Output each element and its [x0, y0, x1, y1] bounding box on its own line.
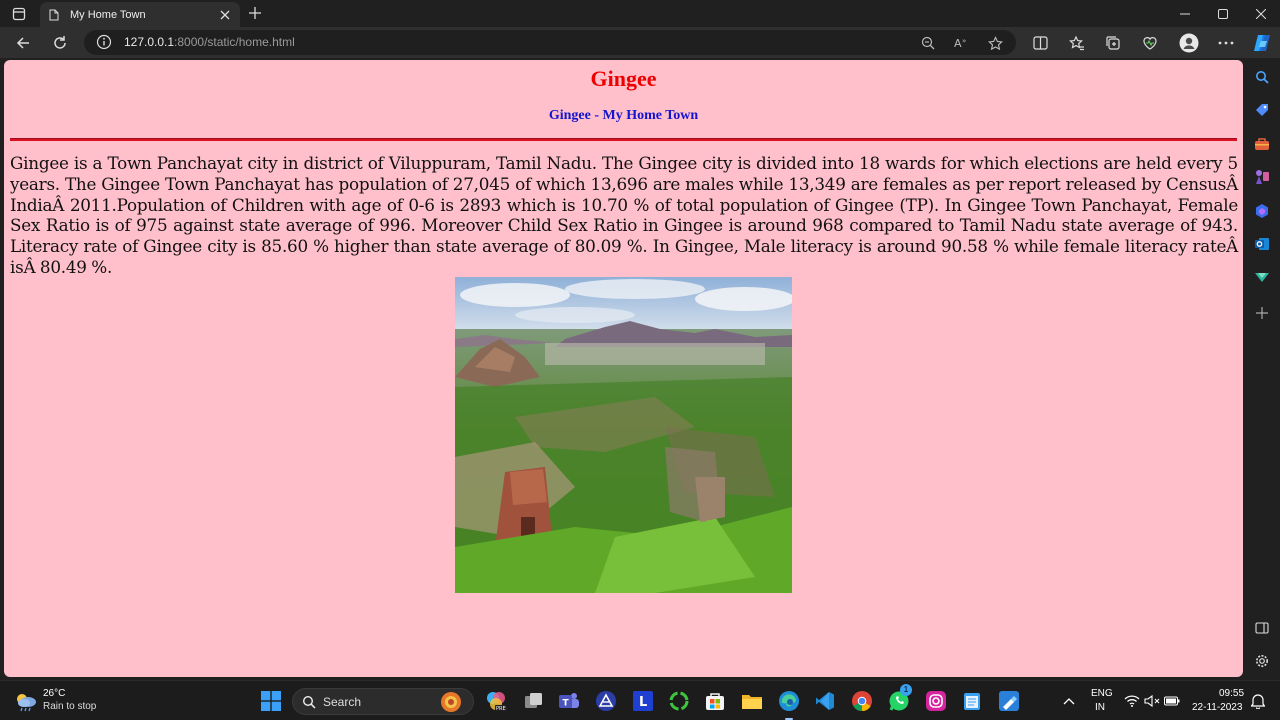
url-text[interactable]: 127.0.0.1:8000/static/home.html — [124, 35, 295, 49]
sidebar-settings-icon[interactable] — [1254, 653, 1270, 669]
sidebar-tools-icon[interactable] — [1254, 136, 1270, 152]
language-code[interactable]: ENG — [1091, 688, 1113, 699]
new-tab-icon[interactable] — [246, 4, 264, 22]
clock-time[interactable]: 09:55 — [1219, 688, 1244, 699]
collections-icon[interactable] — [1101, 31, 1125, 55]
town-description: Gingee is a Town Panchayat city in distr… — [10, 153, 1238, 277]
search-icon — [302, 695, 316, 709]
page-viewport: Gingee Gingee - My Home Town Gingee is a… — [4, 60, 1243, 677]
tab-actions-icon[interactable] — [8, 4, 30, 24]
taskbar-search[interactable]: Search — [292, 688, 474, 715]
start-windows-icon[interactable] — [259, 689, 283, 713]
edge-browser-icon[interactable] — [777, 689, 801, 713]
copilot-preview-icon[interactable]: PRE — [484, 689, 508, 713]
region-code[interactable]: IN — [1095, 702, 1105, 713]
split-screen-icon[interactable] — [1028, 31, 1052, 55]
vscode-icon[interactable] — [813, 689, 837, 713]
browser-tab[interactable]: My Home Town — [40, 2, 240, 27]
svg-text:PRE: PRE — [496, 706, 506, 712]
whatsapp-badge: 1 — [900, 684, 912, 696]
notification-bell-icon[interactable] — [1246, 689, 1270, 713]
battery-icon[interactable] — [1160, 689, 1184, 713]
zoom-out-icon[interactable] — [919, 34, 937, 52]
file-explorer-icon[interactable] — [740, 689, 764, 713]
sidebar-outlook-icon[interactable] — [1254, 236, 1270, 252]
svg-text:L: L — [639, 695, 647, 710]
sidebar-search-icon[interactable] — [1254, 69, 1270, 85]
profile-avatar-icon[interactable] — [1177, 31, 1201, 55]
page-subtitle: Gingee - My Home Town — [548, 108, 699, 123]
svg-text:A: A — [954, 37, 962, 50]
chrome-icon[interactable] — [850, 689, 874, 713]
microsoft-store-icon[interactable] — [703, 689, 727, 713]
sidebar-microsoft365-icon[interactable] — [1254, 203, 1270, 219]
weather-condition: Rain to stop — [43, 701, 97, 712]
svg-text:T: T — [563, 699, 570, 709]
browser-essentials-icon[interactable] — [1138, 31, 1162, 55]
show-hidden-icons[interactable] — [1057, 689, 1081, 713]
temperature: 26°C — [43, 688, 66, 699]
back-icon[interactable] — [11, 31, 35, 55]
l-app-icon[interactable]: L — [631, 689, 655, 713]
address-bar[interactable]: 127.0.0.1:8000/static/home.html A» — [84, 30, 1016, 55]
sidebar-drop-icon[interactable] — [1254, 269, 1270, 285]
whatsapp-icon[interactable]: 1 — [887, 684, 912, 713]
task-view-icon[interactable] — [522, 689, 546, 713]
weather-widget[interactable]: 26°C Rain to stop — [14, 687, 134, 717]
more-options-icon[interactable] — [1214, 31, 1238, 55]
page-icon — [49, 9, 59, 20]
tab-strip: My Home Town — [0, 0, 1280, 27]
rain-cloud-icon — [17, 694, 36, 712]
instagram-icon[interactable] — [924, 689, 948, 713]
site-info-icon[interactable] — [96, 34, 112, 50]
search-highlight-icon — [441, 692, 461, 712]
sidebar-add-icon[interactable] — [1254, 305, 1270, 321]
refresh-icon[interactable] — [48, 31, 72, 55]
sidebar-shopping-icon[interactable] — [1254, 102, 1270, 118]
tab-close-icon[interactable] — [218, 8, 232, 22]
minimize-icon[interactable] — [1166, 0, 1204, 27]
url-host: 127.0.0.1 — [124, 35, 175, 49]
horizontal-rule — [10, 138, 1237, 141]
sync-app-icon[interactable] — [667, 689, 691, 713]
paint-app-icon[interactable] — [997, 689, 1021, 713]
copilot-app-icon[interactable] — [594, 689, 618, 713]
browser-toolbar: 127.0.0.1:8000/static/home.html A» — [0, 27, 1280, 58]
page-title: Gingee — [590, 66, 657, 91]
url-path: :8000/static/home.html — [174, 35, 295, 49]
favorite-star-icon[interactable] — [986, 34, 1004, 52]
gingee-landscape-photo — [455, 277, 792, 593]
copilot-icon[interactable] — [1250, 31, 1274, 55]
notepad-icon[interactable] — [960, 689, 984, 713]
clock-date[interactable]: 22-11-2023 — [1192, 702, 1242, 713]
windows-taskbar: 26°C Rain to stop Search PRE T L 1 ENG I… — [0, 680, 1280, 720]
favorites-icon[interactable] — [1065, 31, 1089, 55]
sidebar-games-icon[interactable] — [1254, 169, 1270, 185]
svg-text:»: » — [962, 37, 966, 45]
read-aloud-icon[interactable]: A» — [953, 34, 971, 52]
tab-title: My Home Town — [70, 8, 146, 21]
maximize-icon[interactable] — [1204, 0, 1242, 27]
teams-icon[interactable]: T — [557, 689, 581, 713]
window-close-icon[interactable] — [1242, 0, 1280, 27]
search-label: Search — [323, 695, 362, 709]
edge-sidebar — [1244, 58, 1280, 680]
sidebar-hide-icon[interactable] — [1254, 620, 1270, 636]
